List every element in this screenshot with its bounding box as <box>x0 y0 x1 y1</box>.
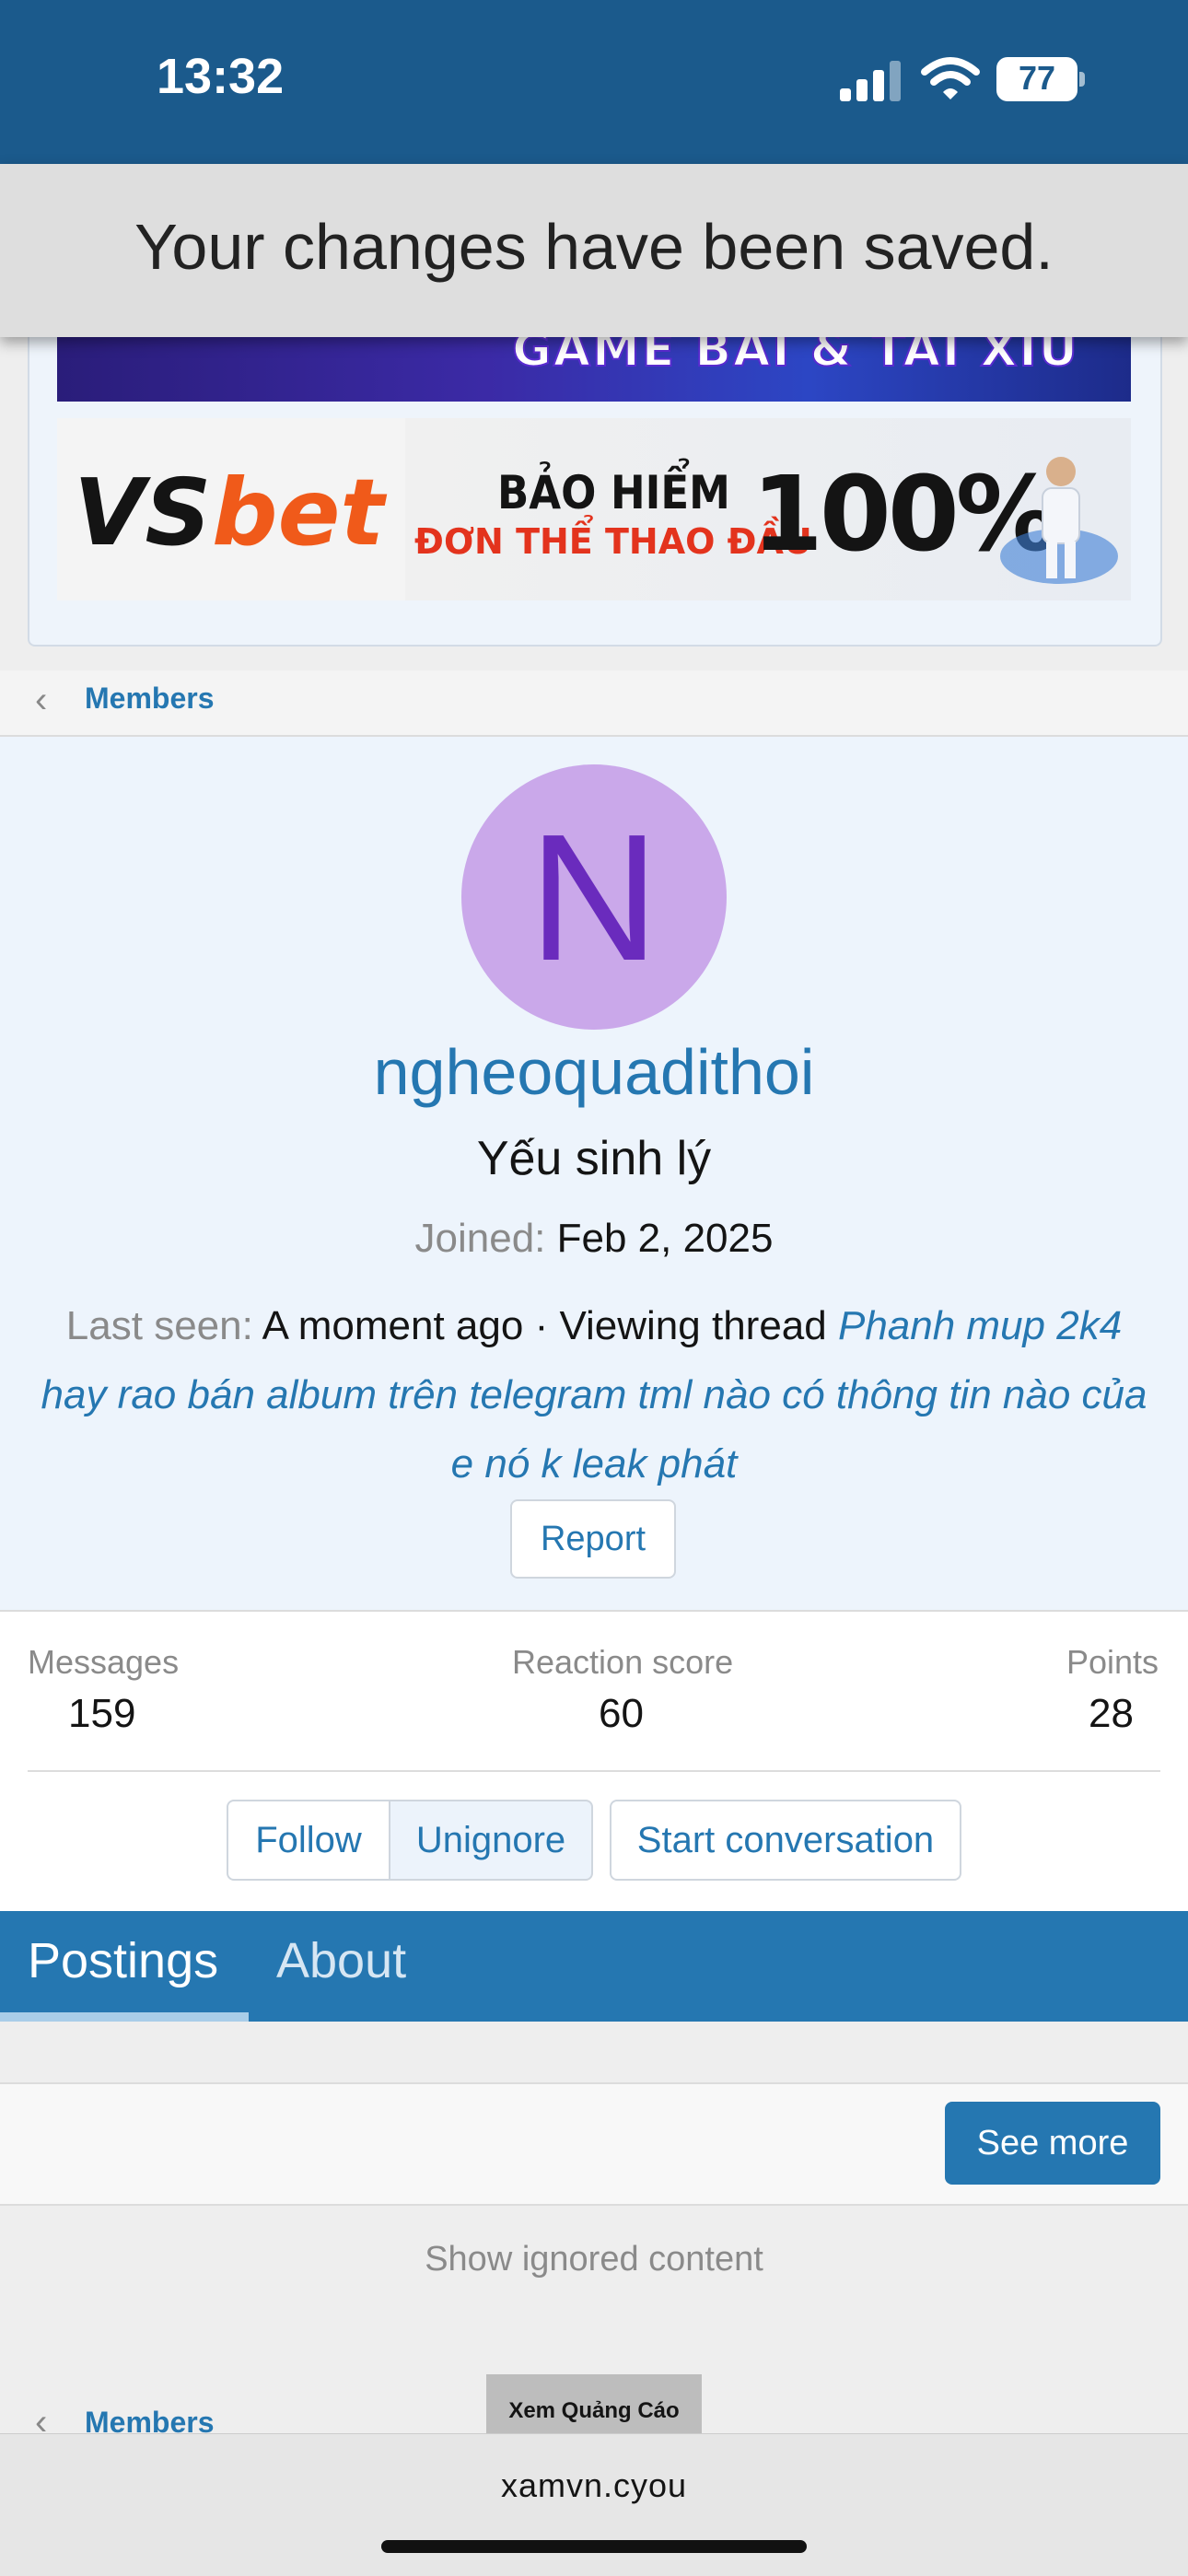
follow-button[interactable]: Follow <box>227 1800 390 1881</box>
points-value[interactable]: 28 <box>1089 1691 1134 1737</box>
active-tab-indicator <box>0 2012 249 2022</box>
vsbet-logo-area: VS bet <box>57 418 405 600</box>
joined-date: Feb 2, 2025 <box>556 1216 774 1261</box>
vsbet-logo-bet: bet <box>212 459 385 566</box>
show-ignored-content-link[interactable]: Show ignored content <box>0 2240 1188 2279</box>
content-spacer <box>0 2022 1188 2082</box>
tab-postings[interactable]: Postings <box>28 1932 218 1989</box>
unignore-button[interactable]: Unignore <box>389 1800 593 1881</box>
see-more-button[interactable]: See more <box>945 2102 1160 2185</box>
start-conversation-button[interactable]: Start conversation <box>610 1800 961 1881</box>
tab-about[interactable]: About <box>276 1932 406 1989</box>
vsbet-logo-vs: VS <box>74 459 212 566</box>
toast-message: Your changes have been saved. <box>134 211 1054 283</box>
avatar-letter: N <box>529 797 659 998</box>
cellular-signal-icon <box>840 61 901 101</box>
messages-label: Messages <box>28 1643 180 1681</box>
home-indicator[interactable] <box>381 2540 807 2553</box>
battery-level: 77 <box>1018 59 1056 97</box>
reaction-score-label: Reaction score <box>512 1643 734 1681</box>
messages-count[interactable]: 159 <box>68 1691 135 1737</box>
last-seen-value: A moment ago · Viewing thread <box>262 1303 827 1348</box>
username[interactable]: ngheoquadithoi <box>0 1035 1188 1109</box>
chevron-left-icon[interactable]: ‹ <box>35 680 47 721</box>
breadcrumb-members-link[interactable]: Members <box>85 682 215 716</box>
user-title: Yếu sinh lý <box>476 1132 712 1185</box>
last-seen-label: Last seen: <box>65 1303 253 1348</box>
points-label: Points <box>1066 1643 1159 1681</box>
reaction-score-value[interactable]: 60 <box>599 1691 644 1737</box>
insurance-line-1: BẢO HIỂM <box>497 466 730 519</box>
url-text[interactable]: xamvn.cyou <box>0 2466 1188 2505</box>
status-time: 13:32 <box>157 49 285 104</box>
ad-banner-vsbet[interactable]: VS bet BẢO HIỂM ĐƠN THỂ THAO ĐẦU 100% <box>57 418 1131 600</box>
joined-label: Joined: <box>414 1216 546 1261</box>
vsbet-promo: BẢO HIỂM ĐƠN THỂ THAO ĐẦU 100% <box>405 418 1131 600</box>
battery-icon: 77 <box>996 57 1089 101</box>
divider <box>28 1770 1160 1772</box>
joined-row: Joined: Feb 2, 2025 <box>0 1216 1188 1262</box>
football-player-image <box>1000 457 1118 584</box>
last-seen-row: Last seen: A moment ago · Viewing thread… <box>37 1291 1151 1498</box>
wifi-icon <box>921 57 980 99</box>
report-button[interactable]: Report <box>510 1499 676 1579</box>
